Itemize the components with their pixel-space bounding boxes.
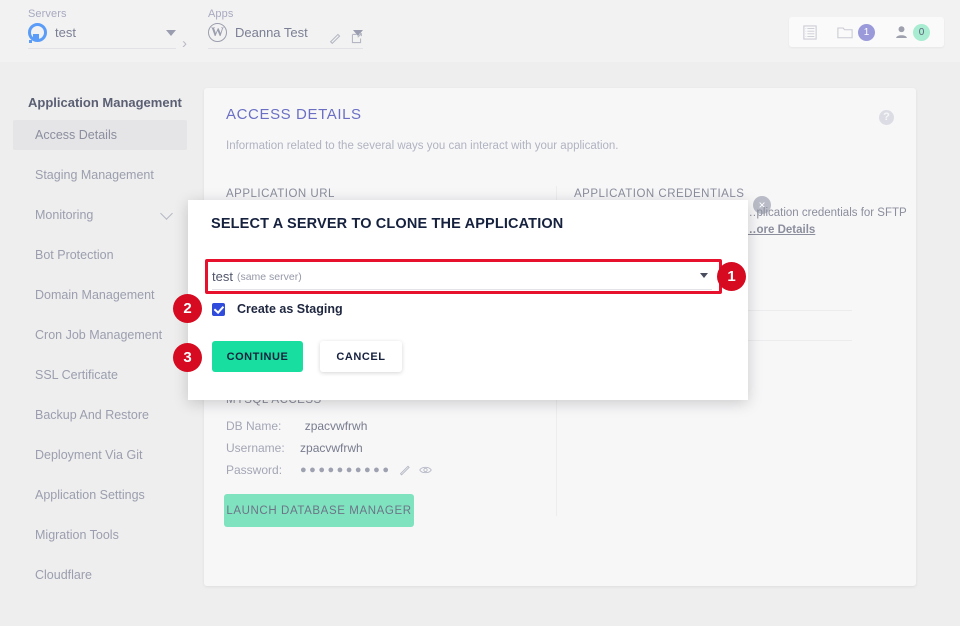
sidebar-item-monitoring[interactable]: Monitoring xyxy=(13,200,187,230)
folder-count-badge: 1 xyxy=(858,24,875,41)
annotation-highlight-box xyxy=(205,259,722,294)
sidebar-item-label: Application Settings xyxy=(35,488,145,502)
annotation-step-1: 1 xyxy=(717,262,746,291)
servers-label: Servers xyxy=(28,8,176,20)
create-as-staging-label: Create as Staging xyxy=(237,302,343,316)
sidebar-item-label: Monitoring xyxy=(35,208,93,222)
username-value: zpacvwfrwh xyxy=(300,441,363,455)
sidebar-item-label: Migration Tools xyxy=(35,528,119,542)
chevron-down-icon[interactable] xyxy=(166,30,176,36)
sidebar-item-domain-management[interactable]: Domain Management xyxy=(13,280,187,310)
top-bar: Servers test › Apps W Deanna Test xyxy=(0,0,960,62)
sidebar-item-migration-tools[interactable]: Migration Tools xyxy=(13,520,187,550)
sidebar-item-ssl-certificate[interactable]: SSL Certificate xyxy=(13,360,187,390)
header-icon-group: 1 0 xyxy=(789,17,944,47)
folder-icon xyxy=(837,25,853,39)
sidebar-item-label: Backup And Restore xyxy=(35,408,149,422)
eye-icon[interactable] xyxy=(419,464,432,476)
help-icon[interactable]: ? xyxy=(879,110,894,125)
sidebar-item-label: Cron Job Management xyxy=(35,328,162,342)
annotation-step-3: 3 xyxy=(173,343,202,372)
app-name: Deanna Test xyxy=(235,25,308,40)
sidebar-item-backup-and-restore[interactable]: Backup And Restore xyxy=(13,400,187,430)
external-link-icon[interactable] xyxy=(350,32,363,45)
sidebar-item-label: Deployment Via Git xyxy=(35,448,142,462)
user-notification[interactable]: 0 xyxy=(895,24,930,41)
create-as-staging-checkbox[interactable] xyxy=(212,303,225,316)
user-count-badge: 0 xyxy=(913,24,930,41)
tooltip-text: …plication credentials for SFTP xyxy=(745,207,907,219)
apps-label: Apps xyxy=(208,8,363,20)
sidebar-item-access-details[interactable]: Access Details xyxy=(13,120,187,150)
pencil-icon[interactable] xyxy=(399,464,411,476)
breadcrumb-separator: › xyxy=(182,35,187,52)
sidebar-item-cron-job-management[interactable]: Cron Job Management xyxy=(13,320,187,350)
application-credentials-heading: APPLICATION CREDENTIALS xyxy=(574,188,744,200)
more-details-link[interactable]: …ore Details xyxy=(745,224,815,236)
folder-notification[interactable]: 1 xyxy=(837,24,875,41)
sidebar-item-label: Bot Protection xyxy=(35,248,114,262)
digitalocean-icon xyxy=(28,23,47,42)
sidebar-item-label: SSL Certificate xyxy=(35,368,118,382)
pencil-icon[interactable] xyxy=(329,32,342,45)
create-as-staging-row[interactable]: Create as Staging xyxy=(212,302,343,316)
page-subtitle: Information related to the several ways … xyxy=(226,140,618,152)
sidebar-item-label: Staging Management xyxy=(35,168,154,182)
cancel-button[interactable]: CANCEL xyxy=(320,341,402,372)
sidebar-item-label: Cloudflare xyxy=(35,568,92,582)
chevron-down-icon[interactable] xyxy=(160,207,173,220)
sidebar-item-bot-protection[interactable]: Bot Protection xyxy=(13,240,187,270)
modal-title: SELECT A SERVER TO CLONE THE APPLICATION xyxy=(211,216,563,232)
wordpress-icon: W xyxy=(208,23,227,42)
db-name-row: DB Name: zpacvwfrwh xyxy=(226,419,367,433)
sidebar-item-staging-management[interactable]: Staging Management xyxy=(13,160,187,190)
launch-database-manager-button[interactable]: LAUNCH DATABASE MANAGER xyxy=(224,494,414,527)
sidebar-item-application-settings[interactable]: Application Settings xyxy=(13,480,187,510)
sidebar-item-deployment-via-git[interactable]: Deployment Via Git xyxy=(13,440,187,470)
sftp-tooltip: …plication credentials for SFTP …ore Det… xyxy=(745,205,913,239)
app-root: Servers test › Apps W Deanna Test xyxy=(0,0,960,626)
breadcrumb-servers: Servers test xyxy=(28,8,176,49)
db-name-label: DB Name: xyxy=(226,419,281,433)
sidebar: Application Management Access Details St… xyxy=(0,62,200,600)
server-name: test xyxy=(55,25,76,40)
sidebar-item-cloudflare[interactable]: Cloudflare xyxy=(13,560,187,590)
sidebar-title: Application Management xyxy=(0,62,200,120)
password-label: Password: xyxy=(226,463,282,477)
db-name-value: zpacvwfrwh xyxy=(305,419,368,433)
password-row: Password: ●●●●●●●●●● xyxy=(226,463,432,477)
annotation-step-2: 2 xyxy=(173,294,202,323)
user-icon xyxy=(895,25,908,39)
page-title: ACCESS DETAILS xyxy=(226,106,362,123)
sidebar-item-label: Access Details xyxy=(35,128,117,142)
username-row: Username: zpacvwfrwh xyxy=(226,441,363,455)
application-url-heading: APPLICATION URL xyxy=(226,188,335,200)
username-label: Username: xyxy=(226,441,285,455)
sidebar-item-label: Domain Management xyxy=(35,288,155,302)
continue-button[interactable]: CONTINUE xyxy=(212,341,303,372)
password-value: ●●●●●●●●●● xyxy=(300,464,391,476)
server-selector[interactable]: test xyxy=(28,20,176,49)
list-icon[interactable] xyxy=(803,25,817,40)
